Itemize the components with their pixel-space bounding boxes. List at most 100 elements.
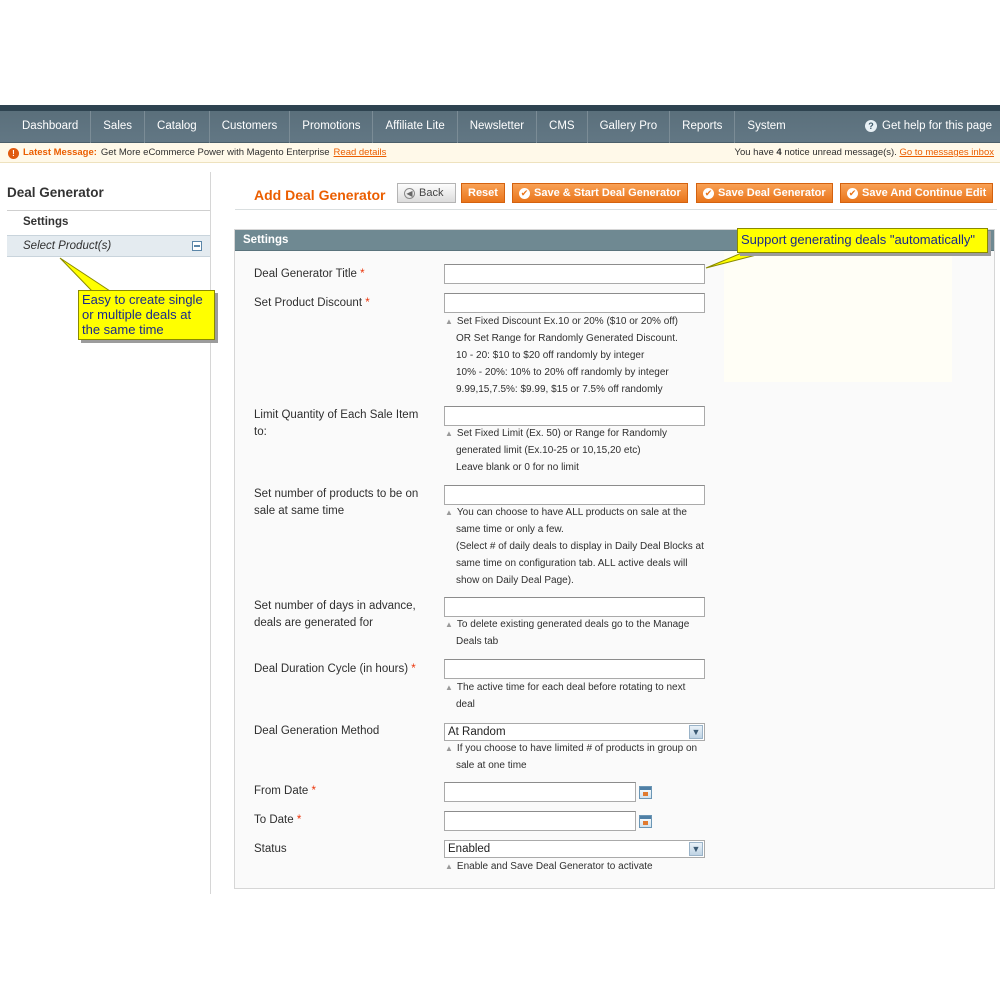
note-line: sale at one time (456, 760, 527, 771)
products-input[interactable] (444, 485, 705, 505)
status-label: Status (254, 843, 287, 855)
note-line: Set Fixed Limit (Ex. 50) or Range for Ra… (456, 428, 668, 439)
messages-inbox-link[interactable]: Go to messages inbox (899, 147, 994, 158)
from-date-label: From Date * (254, 783, 429, 800)
calendar-icon[interactable] (639, 786, 652, 799)
latest-message: ! Latest Message: Get More eCommerce Pow… (8, 144, 386, 162)
method-select-value: At Random (448, 726, 506, 738)
note-line: 9.99,15,7.5%: $9.99, $15 or 7.5% off ran… (456, 384, 663, 395)
help-link[interactable]: ? Get help for this page (865, 111, 992, 141)
required-mark: * (411, 663, 416, 675)
collapse-icon[interactable] (192, 241, 202, 251)
reset-button[interactable]: Reset (461, 183, 505, 203)
duration-label-text: Deal Duration Cycle (in hours) (254, 663, 409, 675)
status-note: ▲ Enable and Save Deal Generator to activ… (445, 858, 707, 875)
note-triangle-icon: ▲ (445, 862, 453, 871)
note-line: (Select # of daily deals to display in D… (456, 541, 704, 552)
note-line: You can choose to have ALL products on s… (456, 507, 687, 518)
duration-input[interactable] (444, 659, 705, 679)
read-details-link[interactable]: Read details (334, 144, 387, 162)
nav-item-system[interactable]: System (735, 111, 797, 143)
notice-suffix: notice unread message(s). (784, 147, 897, 158)
to-date-input[interactable] (444, 811, 636, 831)
days-note: ▲ To delete existing generated deals go t… (445, 616, 707, 650)
preview-area (724, 252, 952, 382)
settings-panel: Settings Deal Generator Title * Set Prod… (234, 229, 995, 889)
nav-item-sales[interactable]: Sales (91, 111, 146, 143)
nav-item-affiliate-lite[interactable]: Affiliate Lite (373, 111, 458, 143)
note-line: If you choose to have limited # of produ… (456, 743, 698, 754)
note-triangle-icon: ▲ (445, 429, 453, 438)
chevron-down-icon: ▼ (689, 842, 703, 856)
latest-message-text: Get More eCommerce Power with Magento En… (100, 147, 330, 158)
sidebar-tab-label: Select Product(s) (23, 240, 112, 252)
panel-title: Settings (243, 234, 289, 246)
days-input[interactable] (444, 597, 705, 617)
note-line: 10% - 20%: 10% to 20% off randomly by in… (456, 367, 669, 378)
nav-item-newsletter[interactable]: Newsletter (458, 111, 538, 143)
note-line: To delete existing generated deals go to… (456, 619, 690, 630)
note-line: same time or only a few. (456, 524, 564, 535)
save-start-button[interactable]: ✔ Save & Start Deal Generator (512, 183, 688, 203)
check-icon: ✔ (519, 187, 530, 199)
discount-note: ▲ Set Fixed Discount Ex.10 or 20% ($10 or… (445, 313, 707, 398)
note-line: generated limit (Ex.10-25 or 10,15,20 et… (456, 445, 641, 456)
nav-item-gallery-pro[interactable]: Gallery Pro (588, 111, 671, 143)
sidebar-tab-select-products[interactable]: Select Product(s) (7, 235, 210, 257)
method-select[interactable]: At Random ▼ (444, 723, 705, 741)
back-button[interactable]: ◀ Back (397, 183, 456, 203)
note-line: Deals tab (456, 636, 499, 647)
help-link-label: Get help for this page (882, 120, 992, 132)
days-label: Set number of days in advance, deals are… (254, 600, 416, 629)
title-input[interactable] (444, 264, 705, 284)
callout-multiple-deals: Easy to create single or multiple deals … (78, 290, 215, 340)
sidebar-tab-settings[interactable]: Settings (23, 216, 68, 228)
save-button[interactable]: ✔ Save Deal Generator (696, 183, 833, 203)
help-icon: ? (865, 120, 878, 132)
discount-input[interactable] (444, 293, 705, 313)
save-continue-button[interactable]: ✔ Save And Continue Edit (840, 183, 994, 203)
note-line: Leave blank or 0 for no limit (456, 462, 579, 473)
nav-item-customers[interactable]: Customers (210, 111, 291, 143)
limit-input[interactable] (444, 406, 705, 426)
sidebar-divider (7, 210, 210, 211)
save-button-label: Save Deal Generator (718, 187, 826, 199)
status-select[interactable]: Enabled ▼ (444, 840, 705, 858)
products-label: Set number of products to be on sale at … (254, 488, 419, 517)
calendar-icon[interactable] (639, 815, 652, 828)
note-triangle-icon: ▲ (445, 508, 453, 517)
method-note: ▲ If you choose to have limited # of prod… (445, 740, 707, 774)
nav-item-promotions[interactable]: Promotions (290, 111, 374, 143)
chevron-down-icon: ▼ (689, 725, 703, 739)
back-arrow-icon: ◀ (404, 187, 415, 199)
check-icon: ✔ (703, 187, 714, 199)
from-date-input[interactable] (444, 782, 636, 802)
note-line: 10 - 20: $10 to $20 off randomly by inte… (456, 350, 645, 361)
from-date-label-text: From Date (254, 785, 309, 797)
nav-item-catalog[interactable]: Catalog (145, 111, 210, 143)
discount-label: Set Product Discount * (254, 295, 429, 312)
nav-menu: Dashboard Sales Catalog Customers Promot… (0, 111, 798, 143)
back-button-label: Back (419, 187, 444, 199)
note-line: OR Set Range for Randomly Generated Disc… (456, 333, 678, 344)
title-label: Deal Generator Title * (254, 266, 429, 283)
reset-button-label: Reset (468, 187, 498, 199)
top-navigation: Dashboard Sales Catalog Customers Promot… (0, 105, 1000, 143)
nav-item-dashboard[interactable]: Dashboard (0, 111, 92, 143)
status-select-value: Enabled (448, 843, 491, 855)
note-line: Enable and Save Deal Generator to activa… (456, 861, 653, 872)
sidebar-title: Deal Generator (7, 185, 104, 200)
notice-summary: You have 4 notice unread message(s). Go … (734, 144, 994, 162)
limit-note: ▲ Set Fixed Limit (Ex. 50) or Range for R… (445, 425, 707, 476)
nav-item-cms[interactable]: CMS (537, 111, 588, 143)
duration-label: Deal Duration Cycle (in hours) * (254, 661, 429, 678)
note-line: show on Daily Deal Page). (456, 575, 574, 586)
check-icon: ✔ (847, 187, 858, 199)
nav-item-reports[interactable]: Reports (670, 111, 736, 143)
callout-automatic-deals: Support generating deals "automatically" (737, 228, 988, 253)
note-line: same time on configuration tab. ALL acti… (456, 558, 688, 569)
note-triangle-icon: ▲ (445, 683, 453, 692)
note-line: Set Fixed Discount Ex.10 or 20% ($10 or … (456, 316, 678, 327)
note-line: The active time for each deal before rot… (456, 682, 686, 693)
discount-label-text: Set Product Discount (254, 297, 363, 309)
